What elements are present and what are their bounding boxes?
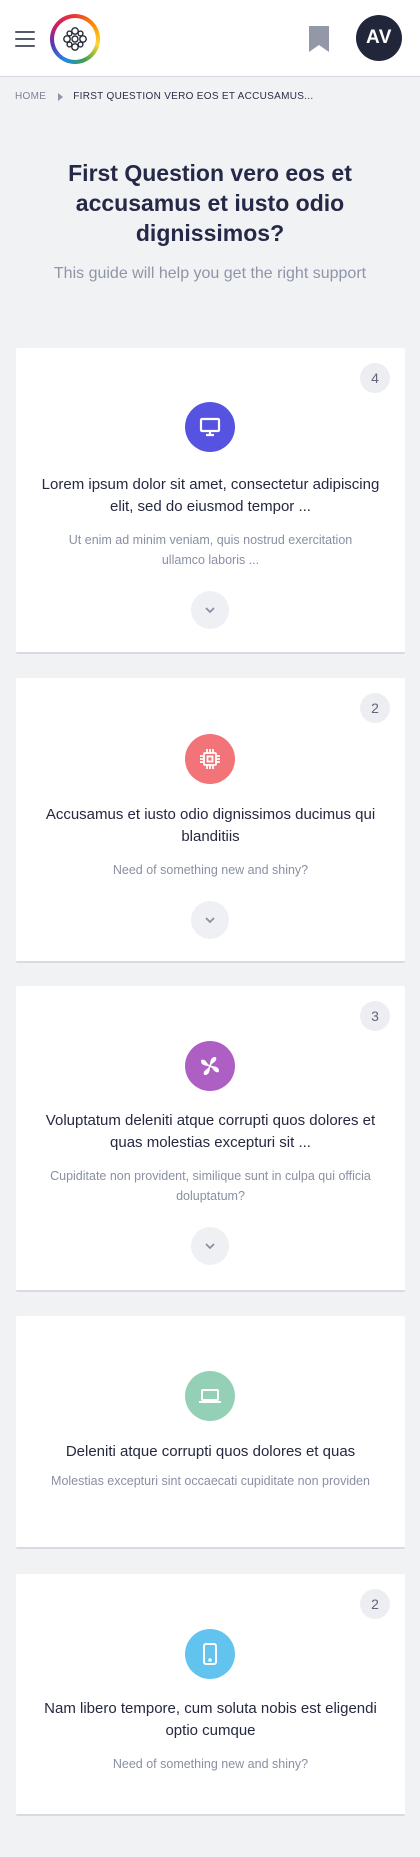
expand-button[interactable]	[191, 1227, 229, 1265]
page-title: First Question vero eos et accusamus et …	[68, 160, 352, 246]
card-title[interactable]: Lorem ipsum dolor sit amet, consectetur …	[36, 474, 385, 518]
card-description: Need of something new and shiny?	[112, 863, 309, 877]
topic-card[interactable]: Deleniti atque corrupti quos dolores et …	[16, 1316, 405, 1549]
count-badge: 2	[360, 693, 390, 723]
top-bar: AV	[0, 0, 420, 77]
topic-card[interactable]: 3 Voluptatum deleniti atque corrupti quo…	[16, 986, 405, 1292]
card-title[interactable]: Accusamus et iusto odio dignissimos duci…	[36, 804, 385, 848]
count-badge: 2	[360, 1589, 390, 1619]
logo-emblem-icon	[54, 18, 96, 60]
count-badge: 4	[360, 363, 390, 393]
expand-button[interactable]	[191, 591, 229, 629]
page-subtitle: This guide will help you get the right s…	[53, 265, 367, 282]
avatar[interactable]: AV	[356, 15, 402, 61]
card-title[interactable]: Voluptatum deleniti atque corrupti quos …	[36, 1110, 385, 1154]
breadcrumb-current: FIRST QUESTION VERO EOS ET ACCUSAMUS...	[73, 91, 314, 102]
card-description: Molestias excepturi sint occaecati cupid…	[51, 1474, 370, 1488]
monitor-icon	[185, 402, 235, 452]
chevron-down-icon	[205, 607, 215, 614]
tablet-icon	[185, 1629, 235, 1679]
bookmark-icon[interactable]	[308, 25, 330, 53]
topic-card[interactable]: 2 Accusamus et iusto odio dignissimos du…	[16, 678, 405, 963]
breadcrumb: HOME FIRST QUESTION VERO EOS ET ACCUSAMU…	[15, 91, 313, 102]
logo[interactable]	[50, 14, 100, 64]
topic-card[interactable]: 2 Nam libero tempore, cum soluta nobis e…	[16, 1574, 405, 1816]
breadcrumb-home-link[interactable]: HOME	[15, 91, 46, 102]
chevron-down-icon	[205, 1243, 215, 1250]
card-description: Cupiditate non provident, similique sunt…	[50, 1169, 371, 1203]
cpu-chip-icon	[185, 734, 235, 784]
card-title[interactable]: Nam libero tempore, cum soluta nobis est…	[36, 1698, 385, 1742]
laptop-icon	[185, 1371, 235, 1421]
breadcrumb-separator-icon	[58, 92, 64, 101]
card-title[interactable]: Deleniti atque corrupti quos dolores et …	[36, 1441, 385, 1463]
card-description: Ut enim ad minim veniam, quis nostrud ex…	[68, 533, 353, 567]
hamburger-menu-icon[interactable]	[15, 31, 35, 47]
topic-card[interactable]: 4 Lorem ipsum dolor sit amet, consectetu…	[16, 348, 405, 654]
card-description: Need of something new and shiny?	[112, 1757, 309, 1771]
pinwheel-icon	[185, 1041, 235, 1091]
chevron-down-icon	[205, 917, 215, 924]
count-badge: 3	[360, 1001, 390, 1031]
expand-button[interactable]	[191, 901, 229, 939]
